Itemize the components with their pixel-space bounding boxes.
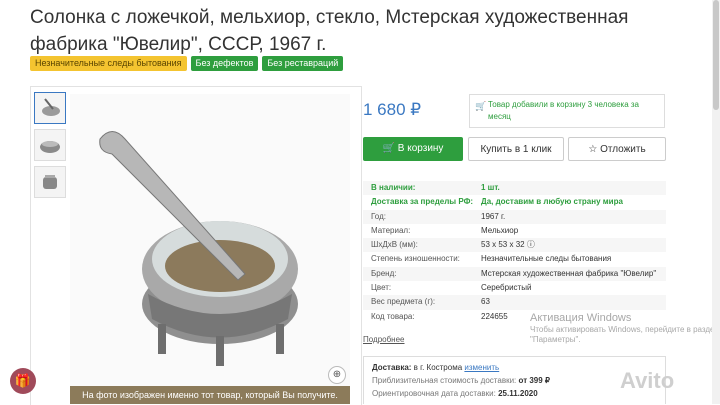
spec-key: Бренд: — [371, 268, 397, 278]
salt-cellar-thumb-icon — [40, 141, 60, 153]
thumbnail-2[interactable] — [34, 129, 66, 161]
thumbnail-list — [34, 92, 66, 203]
photo-caption: На фото изображен именно тот товар, кото… — [70, 386, 350, 404]
spec-row-wear: Степень изношенности: Незначительные след… — [363, 252, 666, 266]
spec-value: Серебристый — [481, 283, 532, 293]
thumbnail-1[interactable] — [34, 92, 66, 124]
scrollbar[interactable] — [712, 0, 720, 404]
product-title: Солонка с ложечкой, мельхиор, стекло, Мс… — [30, 7, 629, 55]
change-city-link[interactable]: изменить — [464, 363, 499, 372]
spec-table: В наличии: 1 шт. Доставка за пределы РФ: Д… — [363, 181, 666, 324]
spec-row-dimensions: ШхДхВ (мм): 53 x 53 x 32 ⓘ — [363, 238, 666, 253]
badge-wear: Незначительные следы бытования — [30, 56, 187, 71]
delivery-cost: от 399 ₽ — [518, 376, 551, 385]
spec-key: В наличии: — [371, 183, 416, 192]
thumbnail-3[interactable] — [34, 166, 66, 198]
zoom-icon[interactable]: ⊕ — [328, 366, 346, 384]
spec-key: Вес предмета (г): — [371, 297, 436, 307]
spec-row-weight: Вес предмета (г): 63 — [363, 295, 666, 310]
spec-key: Цвет: — [371, 283, 392, 293]
help-icon[interactable]: ⓘ — [527, 240, 535, 249]
avito-logo: Avito — [620, 368, 675, 393]
spec-row-material: Материал: Мельхиор — [363, 224, 666, 238]
cart-icon: 🛒 — [475, 101, 487, 111]
spec-value: 63 — [481, 297, 490, 307]
spec-value: 1967 г. — [481, 211, 506, 221]
badge-no-defects: Без дефектов — [190, 56, 259, 71]
add-to-cart-button[interactable]: 🛒 В корзину — [363, 137, 463, 161]
watermark-title: Активация Windows — [530, 312, 632, 324]
price: 1 680 ₽ — [363, 100, 422, 119]
salt-cellar-image — [99, 131, 298, 366]
delivery-date-line: Ориентировочная дата доставки: 25.11.202… — [372, 387, 657, 400]
scrollbar-thumb[interactable] — [713, 0, 719, 110]
salt-cellar-thumb-icon — [42, 98, 60, 116]
badges: Незначительные следы бытования Без дефек… — [30, 56, 344, 71]
spec-value: 53 x 53 x 32 ⓘ — [481, 238, 666, 252]
spec-value: Мстерская художественная фабрика "Ювелир… — [481, 268, 657, 278]
delivery-label: Доставка: — [372, 363, 412, 372]
spec-key: Год: — [371, 211, 386, 221]
windows-activation-watermark: Активация Windows Чтобы активировать Win… — [530, 312, 720, 345]
spec-value: Да, доставим в любую страну мира — [481, 197, 623, 207]
spec-row-brand: Бренд: Мстерская художественная фабрика "… — [363, 266, 666, 282]
watermark-text: Чтобы активировать Windows, перейдите в … — [530, 325, 719, 344]
gift-icon[interactable]: 🎁 — [10, 368, 36, 394]
product-photo[interactable] — [70, 94, 350, 404]
salt-cellar-thumb-icon — [43, 175, 57, 189]
more-details-link[interactable]: Подробнее — [363, 335, 405, 344]
spec-row-year: Год: 1967 г. — [363, 209, 666, 224]
save-for-later-label: Отложить — [600, 144, 646, 155]
dimensions-value: 53 x 53 x 32 — [481, 240, 525, 250]
spec-key: Доставка за пределы РФ: — [371, 197, 474, 207]
delivery-cost-label: Приблизительная стоимость доставки: — [372, 376, 517, 385]
spec-key: Степень изношенности: — [371, 254, 460, 264]
delivery-date: 25.11.2020 — [498, 389, 538, 398]
badge-no-restoration: Без реставраций — [262, 56, 344, 71]
spec-value: Незначительные следы бытования — [481, 254, 612, 264]
delivery-line: Доставка: в г. Кострома изменить — [372, 361, 657, 374]
spec-row-availability: В наличии: 1 шт. — [363, 181, 666, 196]
delivery-cost-line: Приблизительная стоимость доставки: от 3… — [372, 374, 657, 387]
cart-notice-text: Товар добавили в корзину 3 человека за м… — [488, 100, 639, 121]
spec-row-color: Цвет: Серебристый — [363, 281, 666, 295]
spec-key: ШхДхВ (мм): — [371, 240, 418, 250]
add-to-cart-label: В корзину — [397, 143, 444, 154]
spec-value: 1 шт. — [481, 183, 500, 192]
delivery-date-label: Ориентировочная дата доставки: — [372, 389, 496, 398]
buy-one-click-button[interactable]: Купить в 1 клик — [468, 137, 564, 161]
cart-notice: 🛒 Товар добавили в корзину 3 человека за… — [469, 94, 665, 128]
spec-value: Мельхиор — [481, 225, 519, 235]
spec-row-international: Доставка за пределы РФ: Да, доставим в лю… — [363, 195, 666, 209]
save-for-later-button[interactable]: ☆ Отложить — [568, 137, 666, 161]
delivery-city: в г. Кострома — [413, 363, 463, 372]
spec-key: Код товара: — [371, 311, 415, 321]
spec-key: Материал: — [371, 225, 411, 235]
